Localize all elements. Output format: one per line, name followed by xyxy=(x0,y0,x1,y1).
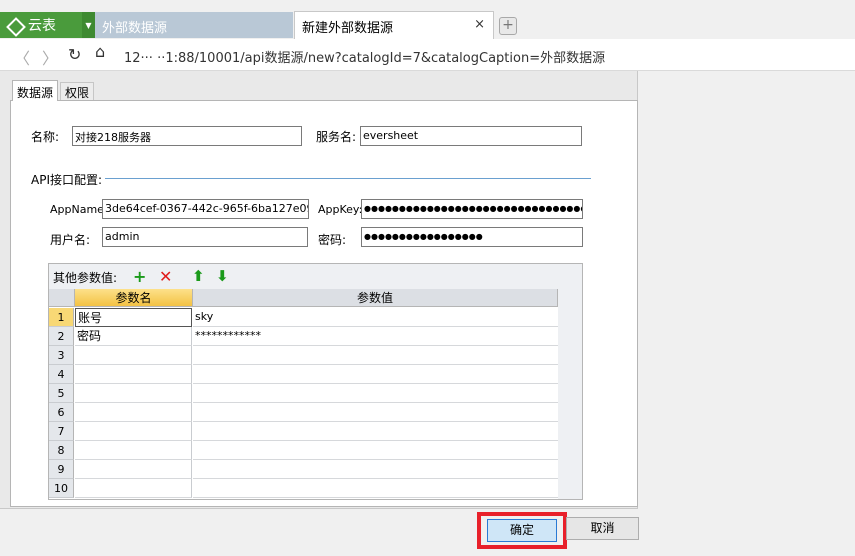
param-name-cell[interactable] xyxy=(75,479,192,498)
param-value-cell[interactable] xyxy=(193,441,558,460)
params-title: 其他参数值: xyxy=(53,271,118,285)
grid-corner xyxy=(49,289,75,307)
forward-icon[interactable]: 〉 xyxy=(42,45,58,69)
ok-button[interactable]: 确定 xyxy=(487,519,557,542)
tab-permissions[interactable]: 权限 xyxy=(60,82,95,101)
param-value-cell[interactable] xyxy=(193,403,558,422)
tab-datasource[interactable]: 数据源 xyxy=(12,80,59,101)
row-number: 4 xyxy=(49,365,74,384)
section-divider xyxy=(105,178,591,179)
param-name-cell[interactable] xyxy=(75,365,192,384)
app-name: 云表 xyxy=(28,18,56,34)
param-name-cell[interactable] xyxy=(75,346,192,365)
password-label: 密码: xyxy=(318,233,347,247)
param-name-cell[interactable] xyxy=(75,460,192,479)
row-number: 2 xyxy=(49,327,74,346)
app-logo-icon xyxy=(6,17,22,33)
name-input[interactable]: 对接218服务器 xyxy=(72,126,302,146)
row-number: 6 xyxy=(49,403,74,422)
new-tab-button[interactable]: + xyxy=(499,17,517,35)
table-row[interactable]: 5 xyxy=(49,384,558,403)
address-bar: 〈 〉 ↻ ⌂ 12··· ··1:88/10001/api数据源/new?ca… xyxy=(0,39,855,71)
tab-external-datasource[interactable]: 外部数据源 xyxy=(95,12,293,38)
table-row[interactable]: 3 xyxy=(49,346,558,365)
browser-tab-bar: 云表 ▼ 外部数据源 新建外部数据源 × + xyxy=(0,0,855,39)
row-number: 9 xyxy=(49,460,74,479)
service-label: 服务名: xyxy=(316,130,357,144)
table-row[interactable]: 9 xyxy=(49,460,558,479)
password-input[interactable]: ●●●●●●●●●●●●●●●●● xyxy=(361,227,583,247)
row-number: 1 xyxy=(49,308,74,327)
service-input[interactable]: eversheet xyxy=(360,126,582,146)
name-label: 名称: xyxy=(31,130,60,144)
param-value-cell[interactable] xyxy=(193,365,558,384)
datasource-panel: 数据源 权限 名称: 对接218服务器 服务名: eversheet API接口… xyxy=(0,71,638,509)
param-name-cell[interactable]: 账号 xyxy=(75,308,192,327)
table-row[interactable]: 6 xyxy=(49,403,558,422)
url-field[interactable]: 12··· ··1:88/10001/api数据源/new?catalogId=… xyxy=(124,47,605,66)
move-down-icon[interactable]: ⬇ xyxy=(216,267,229,285)
table-row[interactable]: 7 xyxy=(49,422,558,441)
api-section-label: API接口配置: xyxy=(31,173,103,187)
close-tab-icon[interactable]: × xyxy=(474,17,485,32)
page-content: 数据源 权限 名称: 对接218服务器 服务名: eversheet API接口… xyxy=(0,71,855,556)
table-row[interactable]: 8 xyxy=(49,441,558,460)
param-value-cell[interactable]: ************ xyxy=(193,327,558,346)
add-icon[interactable]: + xyxy=(133,267,146,286)
delete-icon[interactable]: ✕ xyxy=(159,267,172,286)
ok-button-highlight: 确定 xyxy=(477,512,567,549)
param-name-cell[interactable] xyxy=(75,422,192,441)
column-header-value[interactable]: 参数值 xyxy=(193,289,558,307)
cancel-button[interactable]: 取消 xyxy=(566,517,639,540)
param-value-cell[interactable] xyxy=(193,346,558,365)
grid-scroll-area xyxy=(558,289,582,499)
params-toolbar: 其他参数值: + ✕ ⬆ ⬇ xyxy=(49,264,582,288)
params-grid: 参数名 参数值 1 账号 sky 2 密码 ************ 3 4 5… xyxy=(49,289,558,499)
param-name-cell[interactable]: 密码 xyxy=(75,327,192,346)
datasource-form: 名称: 对接218服务器 服务名: eversheet API接口配置: App… xyxy=(10,100,638,507)
app-dropdown-arrow-icon[interactable]: ▼ xyxy=(82,12,95,38)
param-value-cell[interactable]: sky xyxy=(193,308,558,327)
back-icon[interactable]: 〈 xyxy=(14,45,30,69)
row-number: 8 xyxy=(49,441,74,460)
param-value-cell[interactable] xyxy=(193,422,558,441)
table-row[interactable]: 2 密码 ************ xyxy=(49,327,558,346)
table-row[interactable]: 1 账号 sky xyxy=(49,308,558,327)
row-number: 5 xyxy=(49,384,74,403)
appkey-input[interactable]: ●●●●●●●●●●●●●●●●●●●●●●●●●●●●●●●● xyxy=(361,199,583,219)
appname-label: AppName: xyxy=(50,203,108,216)
row-number: 3 xyxy=(49,346,74,365)
row-number: 10 xyxy=(49,479,74,498)
param-value-cell[interactable] xyxy=(193,460,558,479)
param-name-cell[interactable] xyxy=(75,403,192,422)
param-value-cell[interactable] xyxy=(193,384,558,403)
move-up-icon[interactable]: ⬆ xyxy=(192,267,205,285)
param-name-cell[interactable] xyxy=(75,384,192,403)
username-input[interactable]: admin xyxy=(102,227,308,247)
table-row[interactable]: 10 xyxy=(49,479,558,498)
param-name-cell[interactable] xyxy=(75,441,192,460)
reload-icon[interactable]: ↻ xyxy=(68,45,81,64)
appkey-label: AppKey: xyxy=(318,203,363,216)
home-icon[interactable]: ⌂ xyxy=(95,42,105,61)
username-label: 用户名: xyxy=(50,233,91,247)
row-number: 7 xyxy=(49,422,74,441)
column-header-name[interactable]: 参数名 xyxy=(75,289,193,307)
tab-new-external-datasource[interactable]: 新建外部数据源 × xyxy=(294,11,494,39)
app-menu-button[interactable]: 云表 xyxy=(0,12,82,38)
params-grid-panel: 其他参数值: + ✕ ⬆ ⬇ 参数名 参数值 1 账号 sky 2 密码 ***… xyxy=(48,263,583,500)
tab-label: 新建外部数据源 xyxy=(302,21,394,36)
appname-input[interactable]: 3de64cef-0367-442c-965f-6ba127e09011 xyxy=(102,199,309,219)
table-row[interactable]: 4 xyxy=(49,365,558,384)
param-value-cell[interactable] xyxy=(193,479,558,498)
